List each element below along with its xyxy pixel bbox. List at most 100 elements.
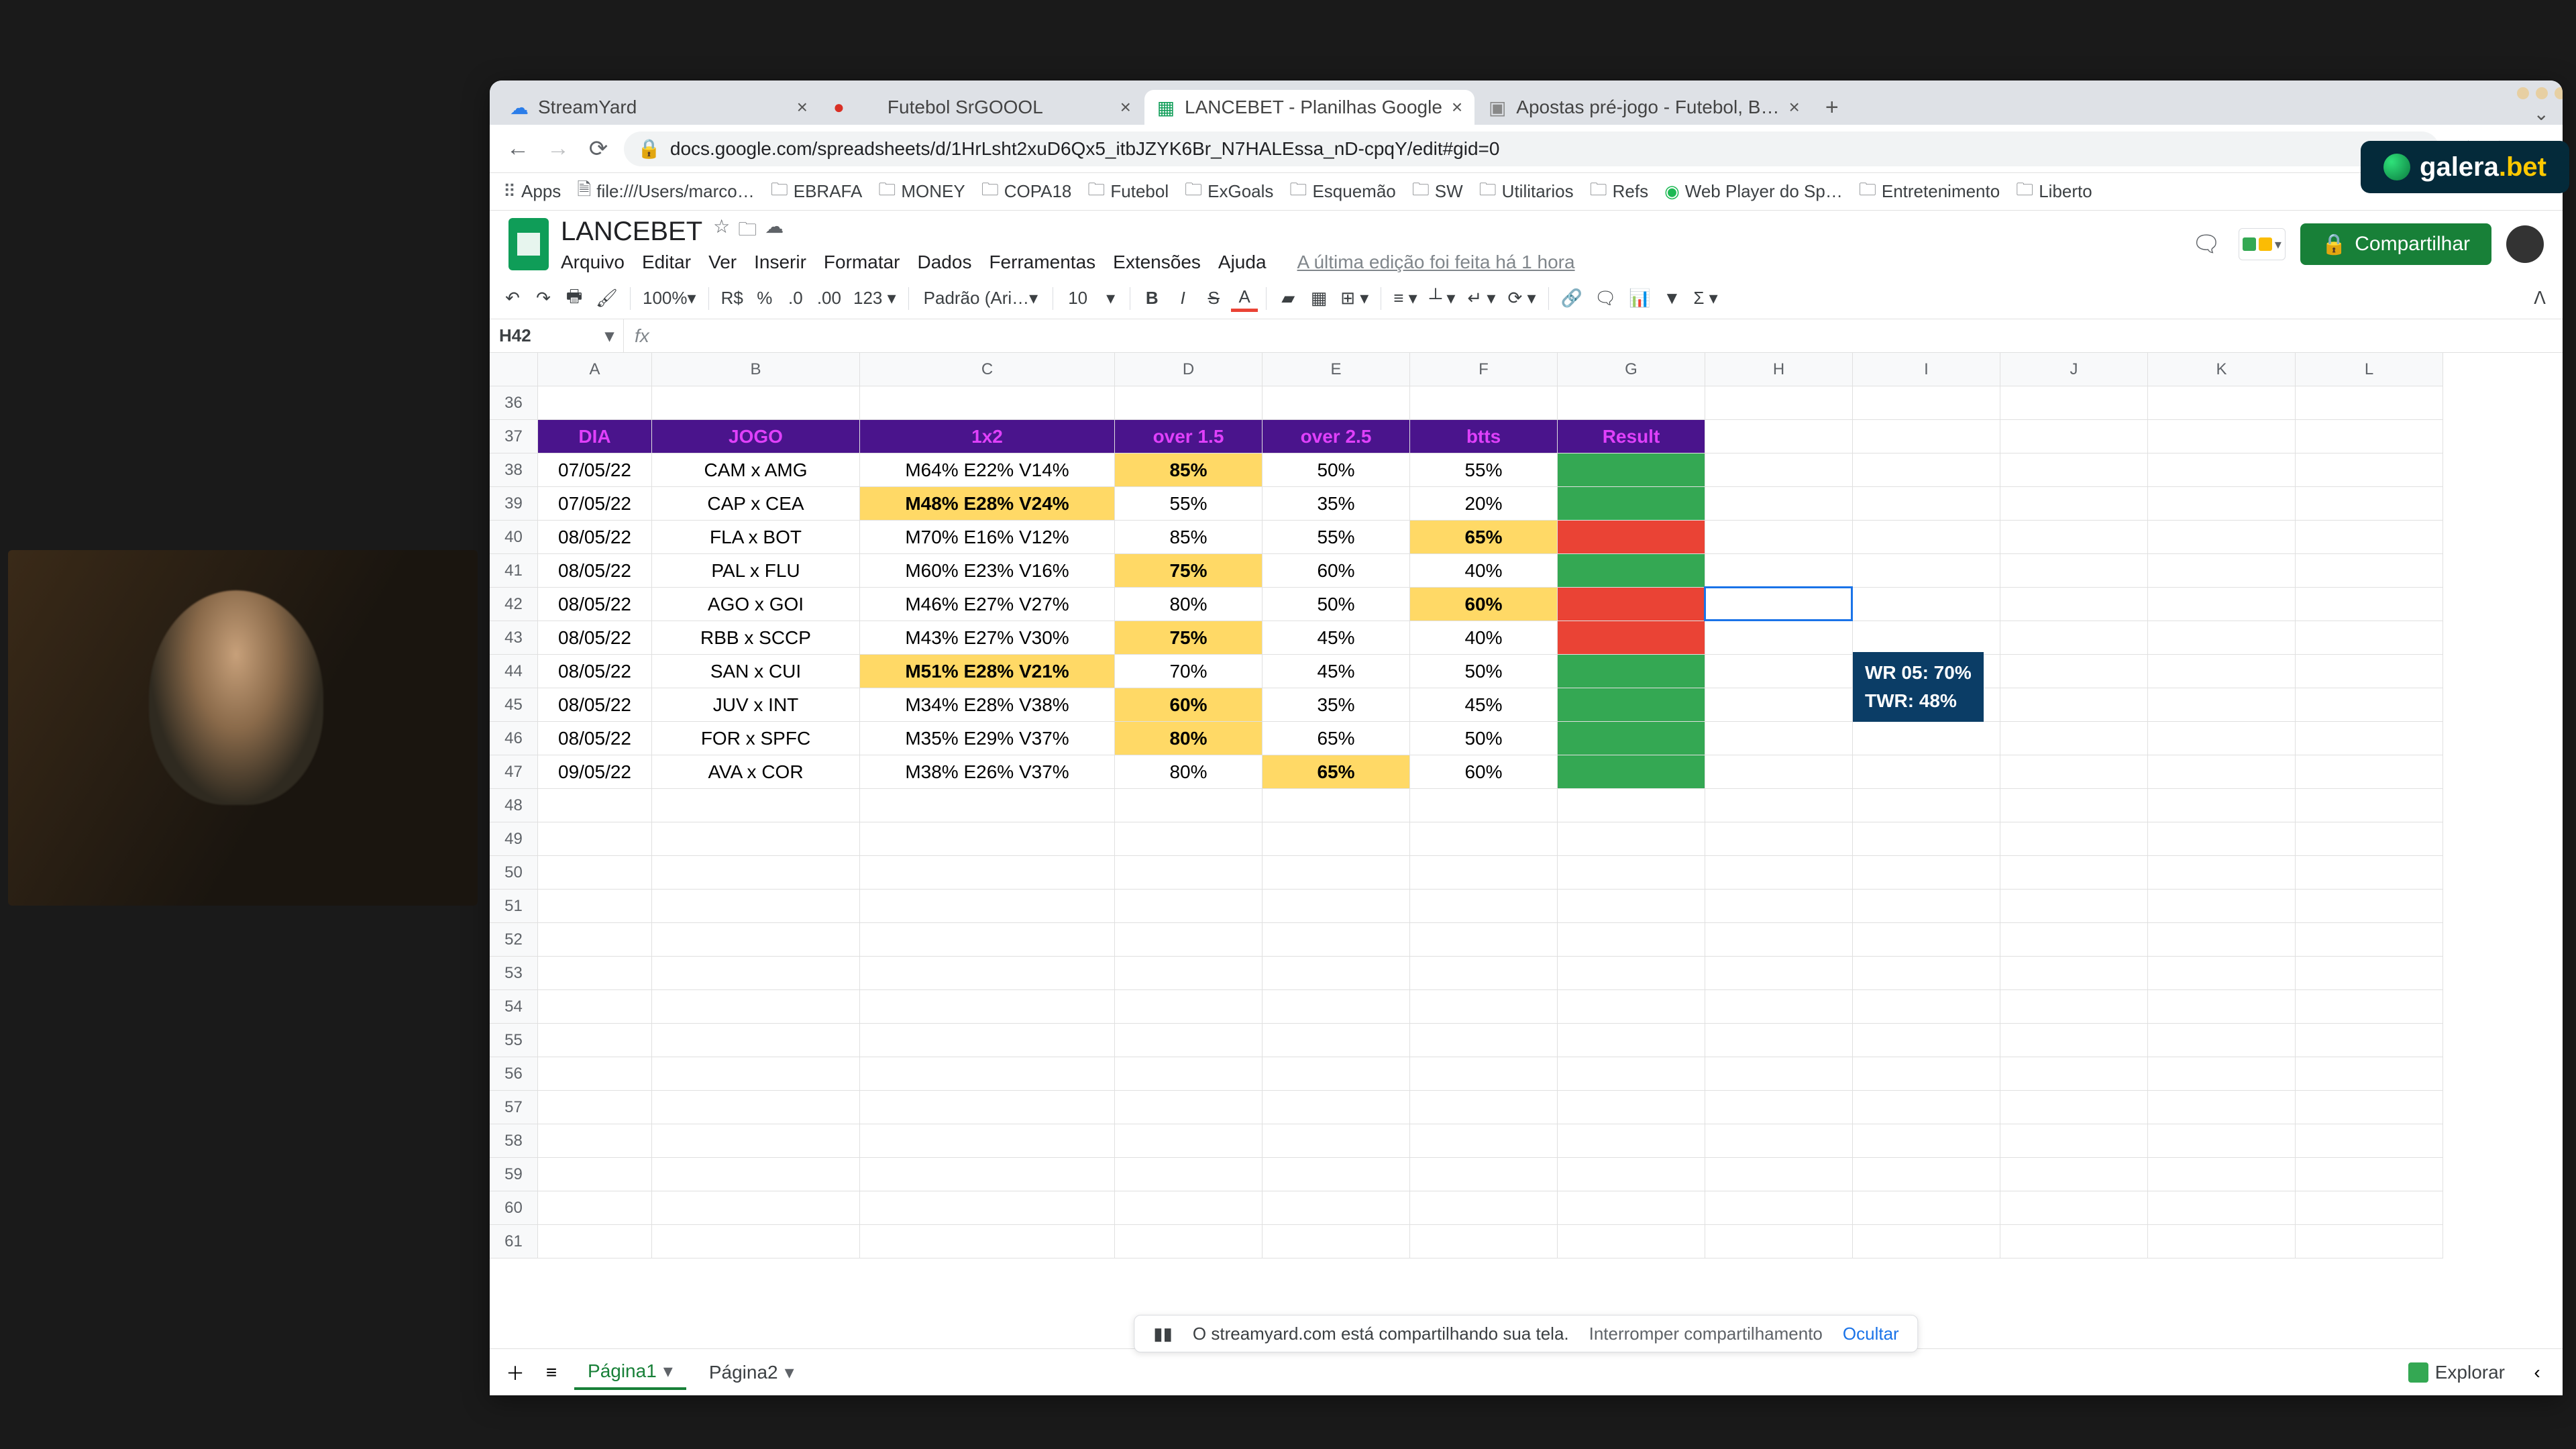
- star-doc-icon[interactable]: ☆: [713, 215, 730, 248]
- cell[interactable]: [1410, 1225, 1558, 1258]
- cell[interactable]: [1705, 990, 1853, 1024]
- percent-button[interactable]: %: [751, 285, 778, 312]
- cell[interactable]: [538, 386, 652, 420]
- cell[interactable]: [2148, 755, 2296, 789]
- cell[interactable]: [1558, 487, 1705, 521]
- cell[interactable]: M60% E23% V16%: [860, 554, 1115, 588]
- cell[interactable]: [1558, 386, 1705, 420]
- column-header[interactable]: B: [652, 353, 860, 386]
- row-header[interactable]: 54: [490, 990, 538, 1024]
- cell[interactable]: [2296, 588, 2443, 621]
- cell[interactable]: [652, 890, 860, 923]
- column-header[interactable]: L: [2296, 353, 2443, 386]
- row-header[interactable]: 58: [490, 1124, 538, 1158]
- row-header[interactable]: 48: [490, 789, 538, 822]
- cell[interactable]: [1263, 1091, 1410, 1124]
- row-header[interactable]: 45: [490, 688, 538, 722]
- cell[interactable]: [1558, 856, 1705, 890]
- undo-icon[interactable]: ↶: [499, 285, 526, 312]
- paint-format-icon[interactable]: 🖌: [592, 285, 622, 312]
- cell[interactable]: [1263, 856, 1410, 890]
- row-header[interactable]: 53: [490, 957, 538, 990]
- cell[interactable]: [652, 1024, 860, 1057]
- browser-tab[interactable]: ●Futebol SrGOOOL×: [821, 90, 1143, 125]
- cell[interactable]: [1115, 1124, 1263, 1158]
- cell[interactable]: [1410, 856, 1558, 890]
- cell[interactable]: [2000, 1024, 2148, 1057]
- cell[interactable]: [2000, 957, 2148, 990]
- cell[interactable]: [652, 1225, 860, 1258]
- inc-decimal-icon[interactable]: .00: [813, 285, 845, 312]
- cell[interactable]: 75%: [1115, 621, 1263, 655]
- cell[interactable]: [1115, 957, 1263, 990]
- bold-button[interactable]: B: [1138, 285, 1165, 312]
- cell[interactable]: [2000, 990, 2148, 1024]
- cell[interactable]: 45%: [1410, 688, 1558, 722]
- cell[interactable]: [538, 1124, 652, 1158]
- cell[interactable]: [1263, 923, 1410, 957]
- cell[interactable]: [1115, 1191, 1263, 1225]
- cell[interactable]: [1853, 722, 2000, 755]
- menu-item[interactable]: Ver: [708, 252, 737, 273]
- cell[interactable]: [538, 1057, 652, 1091]
- cell[interactable]: [1263, 1158, 1410, 1191]
- cell[interactable]: [1263, 822, 1410, 856]
- cell[interactable]: [2296, 1158, 2443, 1191]
- cell[interactable]: [2148, 990, 2296, 1024]
- cell[interactable]: [2000, 1091, 2148, 1124]
- nav-reload-icon[interactable]: ⟳: [584, 134, 613, 164]
- cell[interactable]: [1410, 789, 1558, 822]
- cell[interactable]: [1705, 1124, 1853, 1158]
- cell[interactable]: [2296, 890, 2443, 923]
- menu-item[interactable]: Arquivo: [561, 252, 625, 273]
- cell[interactable]: [860, 1057, 1115, 1091]
- doc-title[interactable]: LANCEBET: [561, 217, 702, 247]
- cell[interactable]: [1558, 1057, 1705, 1091]
- cell[interactable]: [2148, 822, 2296, 856]
- cell[interactable]: [652, 1124, 860, 1158]
- row-header[interactable]: 60: [490, 1191, 538, 1225]
- column-header[interactable]: A: [538, 353, 652, 386]
- cell[interactable]: [538, 789, 652, 822]
- cell[interactable]: [1853, 890, 2000, 923]
- cell[interactable]: [2296, 1124, 2443, 1158]
- cell[interactable]: [1853, 1225, 2000, 1258]
- cell[interactable]: [1558, 588, 1705, 621]
- cell[interactable]: [860, 957, 1115, 990]
- cell[interactable]: [2000, 1191, 2148, 1225]
- cell[interactable]: 08/05/22: [538, 655, 652, 688]
- cell[interactable]: JUV x INT: [652, 688, 860, 722]
- cell[interactable]: 35%: [1263, 487, 1410, 521]
- cell[interactable]: M38% E26% V37%: [860, 755, 1115, 789]
- cell[interactable]: 75%: [1115, 554, 1263, 588]
- cell[interactable]: AGO x GOI: [652, 588, 860, 621]
- bookmark-item[interactable]: 🗀SW: [1412, 177, 1463, 207]
- column-header[interactable]: F: [1410, 353, 1558, 386]
- row-header[interactable]: 51: [490, 890, 538, 923]
- fill-color-icon[interactable]: ▰: [1275, 285, 1301, 312]
- cell[interactable]: [2148, 1158, 2296, 1191]
- comment-icon[interactable]: 🗨: [1591, 285, 1621, 312]
- all-sheets-icon[interactable]: ≡: [538, 1359, 565, 1386]
- cell[interactable]: [1115, 990, 1263, 1024]
- cell[interactable]: [1558, 923, 1705, 957]
- cell[interactable]: [2000, 554, 2148, 588]
- column-header[interactable]: D: [1115, 353, 1263, 386]
- cell[interactable]: [1705, 755, 1853, 789]
- cell[interactable]: [2000, 822, 2148, 856]
- cell[interactable]: M34% E28% V38%: [860, 688, 1115, 722]
- cell[interactable]: [1853, 789, 2000, 822]
- cell[interactable]: [2148, 789, 2296, 822]
- cell[interactable]: M48% E28% V24%: [860, 487, 1115, 521]
- row-header[interactable]: 41: [490, 554, 538, 588]
- cell[interactable]: [2000, 923, 2148, 957]
- collapse-toolbar-icon[interactable]: ᐱ: [2526, 285, 2553, 312]
- add-sheet-icon[interactable]: ＋: [502, 1359, 529, 1386]
- cell[interactable]: [2000, 655, 2148, 688]
- menu-item[interactable]: Inserir: [754, 252, 806, 273]
- sheets-logo-icon[interactable]: [508, 218, 549, 270]
- column-header[interactable]: E: [1263, 353, 1410, 386]
- column-header[interactable]: J: [2000, 353, 2148, 386]
- cell[interactable]: 65%: [1263, 755, 1410, 789]
- sheet-tab-pagina2[interactable]: Página2▾: [696, 1356, 808, 1389]
